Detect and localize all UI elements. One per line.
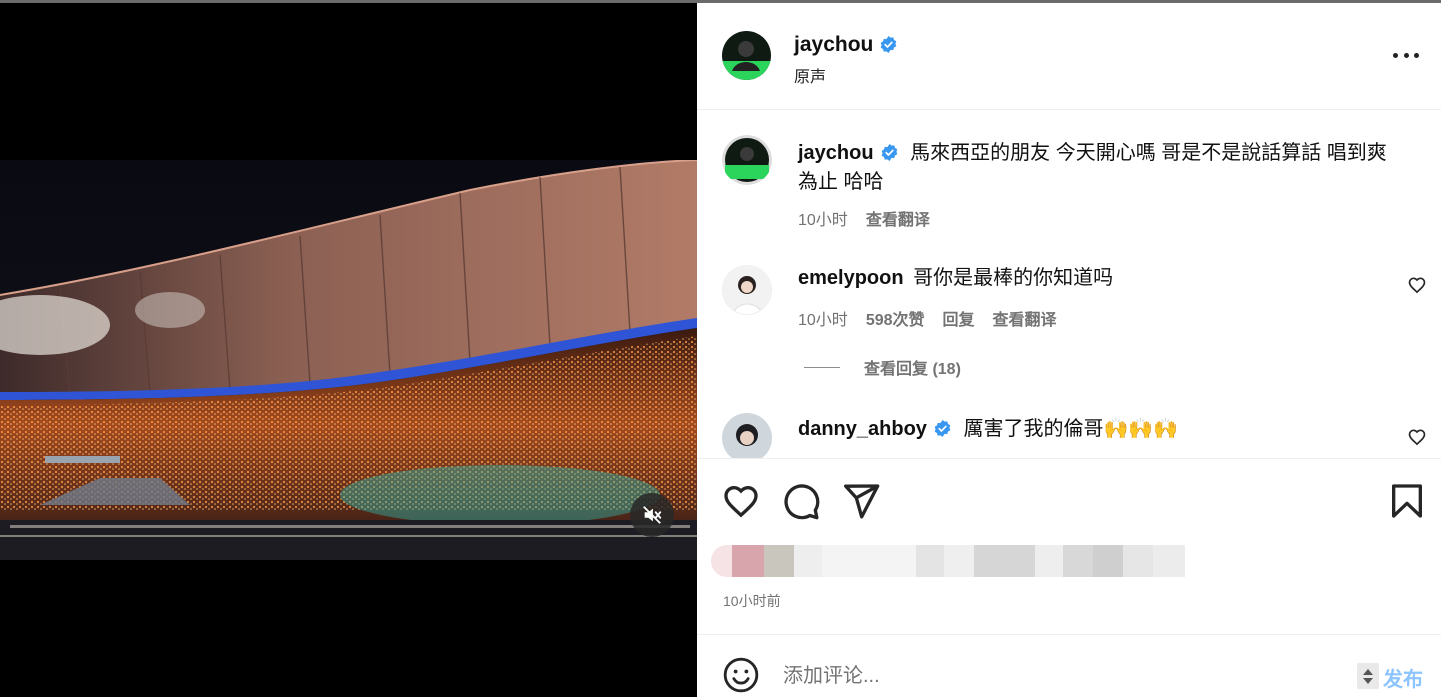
comment-like-heart-icon[interactable] — [1407, 275, 1427, 295]
caption-text-block: jaychou 馬來西亞的朋友 今天開心嗎 哥是不是說話算話 唱到爽為止 哈哈 — [798, 139, 1398, 197]
comment-like-heart-icon[interactable] — [1407, 427, 1427, 447]
stadium-video-frame — [0, 160, 697, 560]
comment-bubble-icon[interactable] — [781, 481, 821, 521]
audio-label[interactable]: 原声 — [794, 63, 826, 87]
bookmark-icon[interactable] — [1387, 481, 1427, 521]
chevron-down-icon — [1363, 677, 1373, 684]
verified-badge-icon — [881, 35, 897, 54]
post-comment-button[interactable]: 发布 — [1383, 663, 1423, 692]
more-options-icon — [1393, 53, 1398, 58]
caption-translate-link[interactable]: 查看翻译 — [866, 206, 930, 230]
commenter-avatar[interactable] — [722, 265, 772, 315]
send-paper-plane-icon[interactable] — [841, 481, 881, 521]
chevron-up-icon — [1363, 668, 1373, 675]
heart-icon[interactable] — [721, 481, 761, 521]
view-replies-button[interactable]: 查看回复 (18) — [804, 355, 961, 379]
post-actions: 10小时前 — [697, 458, 1441, 636]
comment-meta: 10小时 598次赞 回复 查看翻译 — [798, 306, 1057, 330]
more-options-button[interactable] — [1393, 53, 1419, 61]
comment-time: 10小时 — [798, 312, 848, 329]
comment-username[interactable]: emelypoon — [798, 267, 904, 289]
muted-speaker-icon — [643, 506, 662, 524]
author-avatar[interactable] — [722, 31, 771, 80]
comment-text: 哥你是最棒的你知道吗 — [913, 267, 1114, 289]
post-timestamp[interactable]: 10小时前 — [723, 591, 781, 611]
media-area — [0, 3, 697, 697]
caption-author-avatar[interactable] — [722, 135, 772, 185]
caption-time: 10小时 — [798, 212, 848, 229]
comment-username[interactable]: danny_ahboy — [798, 418, 927, 440]
likers-preview-blurred[interactable] — [711, 545, 1185, 577]
view-replies-label: 查看回复 (18) — [864, 361, 961, 378]
comment-text-block: emelypoon 哥你是最棒的你知道吗 — [798, 264, 1398, 293]
comments-list[interactable]: jaychou 馬來西亞的朋友 今天開心嗎 哥是不是說話算話 唱到爽為止 哈哈 … — [697, 110, 1441, 458]
post-detail-panel: jaychou 原声 jaychou 馬來西亞的朋友 今天開心嗎 哥是不是說話算… — [697, 3, 1441, 697]
comment-text-block: danny_ahboy 厲害了我的倫哥🙌🙌🙌 — [798, 415, 1398, 444]
comment-translate-link[interactable]: 查看翻译 — [993, 306, 1057, 330]
emoji-smiley-icon[interactable] — [722, 656, 760, 694]
comment-composer: 发布 — [697, 634, 1441, 697]
comment-input[interactable] — [783, 661, 1343, 691]
mute-toggle-button[interactable] — [630, 493, 674, 537]
replies-divider-line — [804, 366, 840, 368]
scroll-stepper[interactable] — [1357, 663, 1379, 689]
verified-badge-icon — [934, 419, 951, 438]
commenter-avatar[interactable] — [722, 413, 772, 458]
verified-badge-icon — [881, 143, 897, 162]
author-username[interactable]: jaychou — [794, 33, 898, 57]
comment-text: 厲害了我的倫哥🙌🙌🙌 — [963, 418, 1179, 440]
post-header: jaychou 原声 — [697, 3, 1441, 110]
concert-video[interactable] — [0, 160, 697, 560]
comment-likes-count[interactable]: 598次赞 — [866, 306, 925, 330]
caption-meta: 10小时 查看翻译 — [798, 206, 930, 230]
comment-reply-button[interactable]: 回复 — [943, 306, 975, 330]
caption-username[interactable]: jaychou — [798, 142, 874, 164]
